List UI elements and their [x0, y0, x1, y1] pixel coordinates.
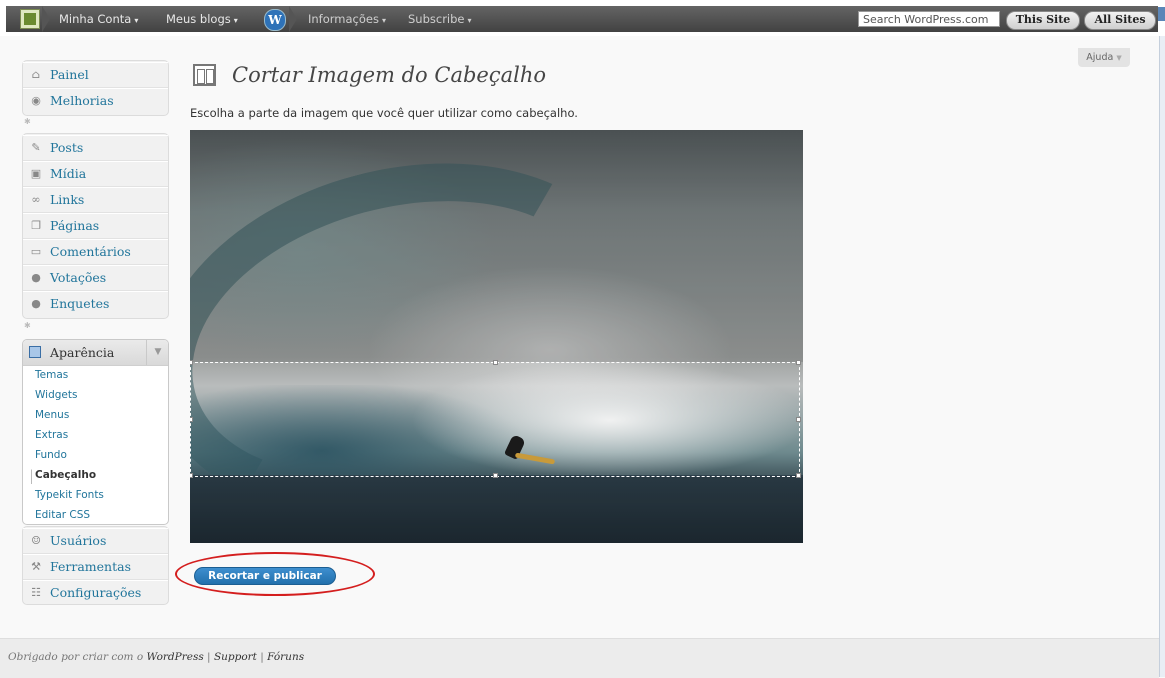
header-image-cropper[interactable] — [190, 130, 803, 543]
comment-icon: ▭ — [30, 245, 42, 258]
polls-icon: ● — [31, 297, 41, 310]
submenu-typekit-fonts[interactable]: Typekit Fonts — [35, 489, 104, 501]
crop-handle-n[interactable] — [493, 360, 498, 365]
menu-enquetes[interactable]: ● Enquetes — [23, 291, 168, 317]
link-icon: ∞ — [31, 193, 41, 206]
pages-icon: ❐ — [31, 219, 41, 232]
submenu-cabecalho[interactable]: Cabeçalho — [35, 469, 96, 481]
menu-ferramentas[interactable]: ⚒ Ferramentas — [23, 554, 168, 580]
menu-configuracoes[interactable]: ☷ Configurações — [23, 580, 168, 606]
scrollbar[interactable] — [1159, 36, 1165, 677]
all-sites-button[interactable]: All Sites — [1084, 11, 1156, 30]
menu-votacoes[interactable]: ● Votações — [23, 265, 168, 291]
crop-selection[interactable] — [190, 360, 801, 478]
menu-group-top: ⌂ Painel ◉ Melhorias — [22, 60, 169, 116]
home-icon: ⌂ — [31, 68, 41, 81]
menu-aparencia-group: Aparência ▼ Temas Widgets Menus Extras F… — [22, 339, 169, 525]
menu-melhorias[interactable]: ◉ Melhorias — [23, 88, 168, 114]
pin-icon: ✎ — [31, 141, 41, 154]
blog-avatar-icon[interactable] — [20, 9, 40, 29]
chevron-down-icon[interactable]: ▼ — [146, 340, 168, 365]
footer: Obrigado por criar com o WordPress | Sup… — [0, 638, 1159, 678]
crop-handle-ne[interactable] — [796, 360, 801, 365]
crop-handle-e[interactable] — [796, 417, 801, 422]
submenu-editar-css[interactable]: Editar CSS — [35, 509, 90, 521]
crop-overlay-bottom — [190, 477, 803, 543]
settings-icon: ☷ — [31, 586, 41, 599]
search-input[interactable]: Search WordPress.com — [858, 11, 1000, 27]
scrollbar-arrow-icon[interactable] — [1158, 7, 1165, 21]
submenu-temas[interactable]: Temas — [35, 369, 68, 381]
chevron-down-icon: ▼ — [1116, 54, 1122, 62]
menu-aparencia[interactable]: Aparência ▼ — [23, 340, 168, 366]
submenu-menus[interactable]: Menus — [35, 409, 69, 421]
menu-links[interactable]: ∞ Links — [23, 187, 168, 213]
admin-bar: Minha Conta ▾ Meus blogs ▾ W Informações ▾ … — [0, 0, 1165, 36]
ratings-icon: ● — [31, 271, 41, 284]
menu-usuarios[interactable]: ☺ Usuários — [23, 528, 168, 554]
wordpress-logo-icon[interactable]: W — [264, 9, 286, 31]
crop-handle-nw[interactable] — [190, 360, 193, 365]
menu-group-bottom: ☺ Usuários ⚒ Ferramentas ☷ Configurações — [22, 526, 169, 605]
menu-separator: ✱ — [24, 321, 31, 330]
this-site-button[interactable]: This Site — [1006, 11, 1080, 30]
crop-handle-w[interactable] — [190, 417, 193, 422]
crop-handle-sw[interactable] — [190, 473, 193, 478]
footer-link-wordpress[interactable]: WordPress — [147, 651, 204, 663]
menu-minha-conta[interactable]: Minha Conta ▾ — [59, 12, 138, 26]
menu-meus-blogs[interactable]: Meus blogs ▾ — [166, 12, 238, 26]
annotation-circle — [175, 552, 375, 596]
crop-handle-se[interactable] — [796, 473, 801, 478]
help-tab[interactable]: Ajuda ▼ — [1078, 48, 1130, 67]
admin-bar-strip: Minha Conta ▾ Meus blogs ▾ W Informações ▾ … — [6, 6, 1158, 32]
separator-arrow — [289, 6, 297, 32]
submenu-widgets[interactable]: Widgets — [35, 389, 77, 401]
submenu-extras[interactable]: Extras — [35, 429, 68, 441]
upgrade-icon: ◉ — [31, 94, 41, 107]
tools-icon: ⚒ — [31, 560, 41, 573]
menu-informacoes[interactable]: Informações ▾ — [308, 12, 386, 26]
menu-comentarios[interactable]: ▭ Comentários — [23, 239, 168, 265]
page-title: Cortar Imagem do Cabeçalho — [232, 63, 546, 87]
menu-paginas[interactable]: ❐ Páginas — [23, 213, 168, 239]
menu-separator: ✱ — [24, 117, 31, 126]
menu-midia[interactable]: ▣ Mídia — [23, 161, 168, 187]
footer-link-support[interactable]: Support — [214, 651, 257, 663]
menu-painel[interactable]: ⌂ Painel — [23, 62, 168, 88]
media-icon: ▣ — [30, 167, 42, 180]
appearance-page-icon — [193, 64, 216, 86]
crop-overlay-top — [190, 130, 803, 362]
users-icon: ☺ — [31, 534, 41, 547]
crop-handle-s[interactable] — [493, 473, 498, 478]
instruction-text: Escolha a parte da imagem que você quer … — [190, 106, 578, 120]
separator-arrow — [42, 6, 50, 32]
submenu-fundo[interactable]: Fundo — [35, 449, 67, 461]
menu-group-content: ✎ Posts ▣ Mídia ∞ Links ❐ Páginas ▭ Comentári… — [22, 133, 169, 319]
menu-subscribe[interactable]: Subscribe ▾ — [408, 12, 472, 26]
current-item-marker — [25, 469, 32, 484]
appearance-icon — [29, 346, 41, 358]
footer-text: Obrigado por criar com o WordPress | Sup… — [8, 651, 305, 663]
footer-link-forums[interactable]: Fóruns — [267, 651, 304, 663]
menu-posts[interactable]: ✎ Posts — [23, 135, 168, 161]
